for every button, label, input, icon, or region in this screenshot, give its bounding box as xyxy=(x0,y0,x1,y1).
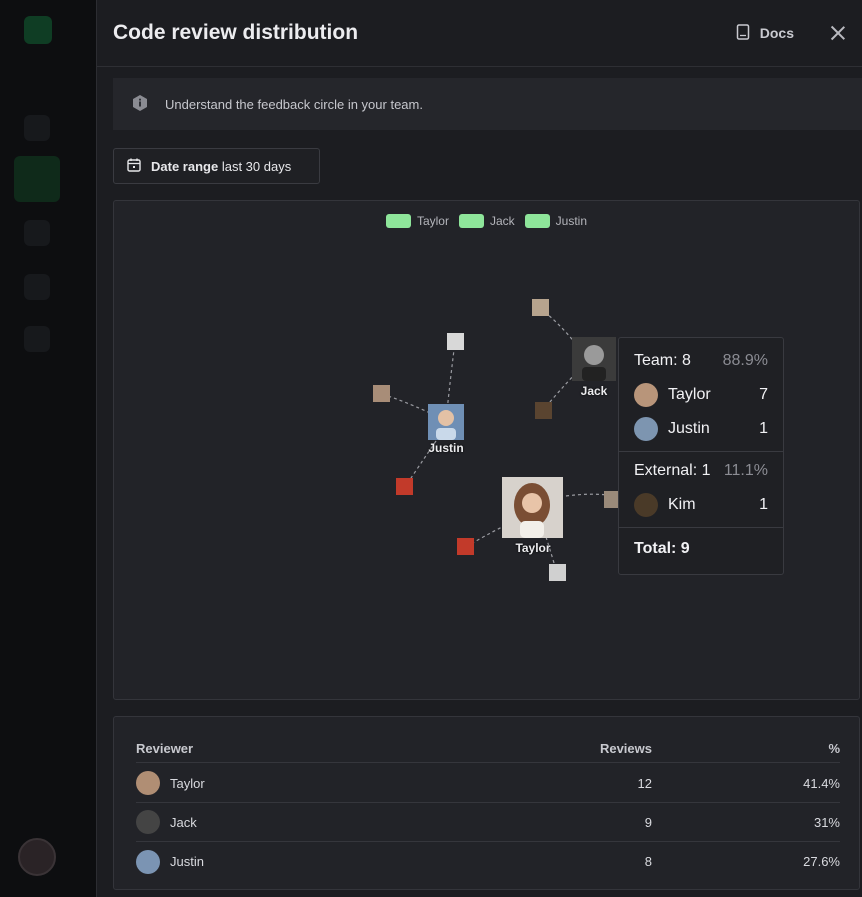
docs-button[interactable]: Docs xyxy=(736,23,794,43)
date-range-button[interactable]: Date range last 30 days xyxy=(113,148,320,184)
person-avatar-icon xyxy=(502,477,563,538)
table-header: Reviewer Reviews % xyxy=(136,735,840,763)
table-row[interactable]: Justin 8 27.6% xyxy=(136,842,840,881)
tooltip-external-row: External: 1 11.1% xyxy=(619,454,783,488)
tooltip-total-row: Total: 9 xyxy=(619,532,783,566)
review-percent: 41.4% xyxy=(803,775,840,791)
person-avatar-icon xyxy=(436,410,456,440)
info-icon xyxy=(131,94,149,115)
chat-nav-icon xyxy=(24,274,50,300)
tooltip-external-label: External: 1 xyxy=(634,462,711,479)
tooltip-reviewer-name: Kim xyxy=(668,496,696,513)
review-percent: 27.6% xyxy=(803,854,840,869)
review-count: 8 xyxy=(644,854,652,869)
drawer-panel: Code review distribution Docs Understand… xyxy=(96,0,862,897)
date-range-label: Date range xyxy=(151,158,219,174)
avatar xyxy=(136,810,160,834)
avatar xyxy=(634,383,658,407)
tooltip-reviewer-name: Taylor xyxy=(668,386,711,403)
tooltip-reviewer-count: 1 xyxy=(759,420,768,437)
reviewer-name: Taylor xyxy=(170,775,205,791)
app-logo xyxy=(24,16,52,44)
graph-edge xyxy=(565,493,609,497)
node-label-jack: Jack xyxy=(580,384,608,398)
tooltip-team-label: Team: 8 xyxy=(634,352,691,369)
node-taylor[interactable] xyxy=(502,477,563,538)
divider xyxy=(619,451,783,452)
tooltip-team-row: Team: 8 88.9% xyxy=(619,344,783,378)
reviewer-name: Justin xyxy=(170,854,204,869)
tooltip-reviewer-count: 1 xyxy=(759,496,768,513)
avatar xyxy=(136,771,160,795)
home-nav-icon xyxy=(24,115,50,141)
people-nav-icon xyxy=(14,156,60,202)
node-label-taylor: Taylor xyxy=(515,541,551,555)
drawer-header: Code review distribution Docs xyxy=(97,0,862,67)
date-range-value: last 30 days xyxy=(221,158,292,174)
node-tooltip: Team: 8 88.9% Taylor 7 Justin 1 External… xyxy=(618,337,784,575)
tooltip-reviewer-row: Kim 1 xyxy=(619,488,783,522)
column-header-reviewer[interactable]: Reviewer xyxy=(136,741,532,756)
review-count: 12 xyxy=(637,775,652,791)
reviewer-table: Reviewer Reviews % Taylor 12 41.4% Jack … xyxy=(113,716,860,890)
person-avatar-icon xyxy=(582,345,606,381)
column-header-reviews[interactable]: Reviews xyxy=(532,741,652,756)
user-avatar xyxy=(18,838,56,876)
table-row[interactable]: Jack 9 31% xyxy=(136,803,840,842)
tooltip-reviewer-row: Taylor 7 xyxy=(619,378,783,412)
calendar-icon xyxy=(127,158,141,175)
avatar xyxy=(634,417,658,441)
graph-node[interactable] xyxy=(373,385,390,402)
page-title: Code review distribution xyxy=(113,21,359,44)
info-text: Understand the feedback circle in your t… xyxy=(165,96,423,112)
avatar xyxy=(634,493,658,517)
node-justin[interactable] xyxy=(428,404,464,440)
grid-nav-icon xyxy=(24,220,50,246)
graph-node[interactable] xyxy=(457,538,474,555)
tooltip-total-label: Total: 9 xyxy=(634,540,690,557)
graph-node[interactable] xyxy=(532,299,549,316)
tooltip-reviewer-row: Justin 1 xyxy=(619,412,783,446)
graph-node[interactable] xyxy=(396,478,413,495)
node-label-justin: Justin xyxy=(428,441,464,455)
avatar xyxy=(136,849,160,874)
tooltip-reviewer-name: Justin xyxy=(668,420,710,437)
docs-label: Docs xyxy=(759,25,794,41)
plus-nav-icon xyxy=(24,326,50,352)
review-percent: 31% xyxy=(813,814,840,830)
graph-node[interactable] xyxy=(535,402,552,419)
close-icon[interactable] xyxy=(830,25,846,41)
reviewer-name: Jack xyxy=(170,814,197,830)
tooltip-reviewer-count: 7 xyxy=(759,386,768,403)
node-jack[interactable] xyxy=(572,337,616,381)
divider xyxy=(619,527,783,528)
review-count: 9 xyxy=(644,814,652,830)
app-sidebar xyxy=(0,0,96,897)
graph-node[interactable] xyxy=(549,564,566,581)
graph-node[interactable] xyxy=(604,491,619,508)
tooltip-external-pct: 11.1% xyxy=(723,462,768,479)
review-network-graph: Taylor Jack Justin Justin Jack Taylor Te… xyxy=(113,200,860,700)
book-icon xyxy=(736,23,750,43)
table-row[interactable]: Taylor 12 41.4% xyxy=(136,764,840,803)
graph-node[interactable] xyxy=(447,333,464,350)
info-banner: Understand the feedback circle in your t… xyxy=(113,78,862,130)
tooltip-team-pct: 88.9% xyxy=(722,352,768,369)
column-header-percent[interactable]: % xyxy=(652,741,840,756)
